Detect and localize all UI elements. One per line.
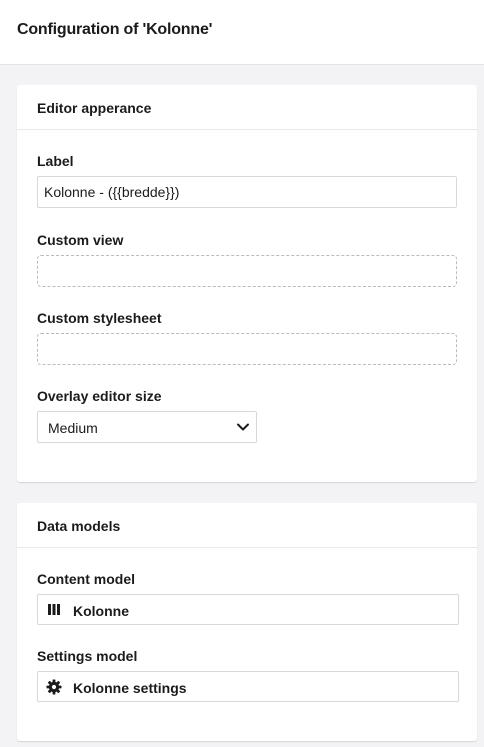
gear-icon bbox=[46, 679, 62, 695]
overlay-size-select[interactable]: Medium bbox=[37, 411, 257, 443]
content-model-label: Content model bbox=[37, 571, 135, 587]
label-input[interactable] bbox=[37, 176, 457, 208]
custom-view-label: Custom view bbox=[37, 232, 124, 248]
custom-stylesheet-label: Custom stylesheet bbox=[37, 310, 162, 326]
header-bar: Configuration of 'Kolonne' bbox=[0, 0, 484, 65]
panel-title: Data models bbox=[37, 518, 121, 534]
overlay-size-value: Medium bbox=[48, 420, 98, 436]
custom-view-picker[interactable] bbox=[37, 255, 457, 287]
page-title: Configuration of 'Kolonne' bbox=[17, 21, 213, 38]
content-model-name: Kolonne bbox=[73, 603, 129, 619]
settings-model-name: Kolonne settings bbox=[73, 680, 187, 696]
custom-stylesheet-picker[interactable] bbox=[37, 333, 457, 365]
panel-title: Editor apperance bbox=[37, 100, 152, 116]
label-field-label: Label bbox=[37, 153, 74, 169]
settings-model-item[interactable]: Kolonne settings bbox=[37, 671, 459, 702]
panel-header: Editor apperance bbox=[17, 85, 477, 130]
panel-header: Data models bbox=[17, 503, 477, 548]
content-model-item[interactable]: Kolonne bbox=[37, 594, 459, 625]
chevron-down-icon bbox=[237, 423, 249, 431]
data-models-panel: Data models Content model Kolonne Settin… bbox=[17, 503, 477, 741]
editor-appearance-panel: Editor apperance Label Custom view Custo… bbox=[17, 85, 477, 482]
settings-model-label: Settings model bbox=[37, 648, 138, 664]
columns-icon bbox=[48, 604, 60, 615]
overlay-size-label: Overlay editor size bbox=[37, 388, 162, 404]
